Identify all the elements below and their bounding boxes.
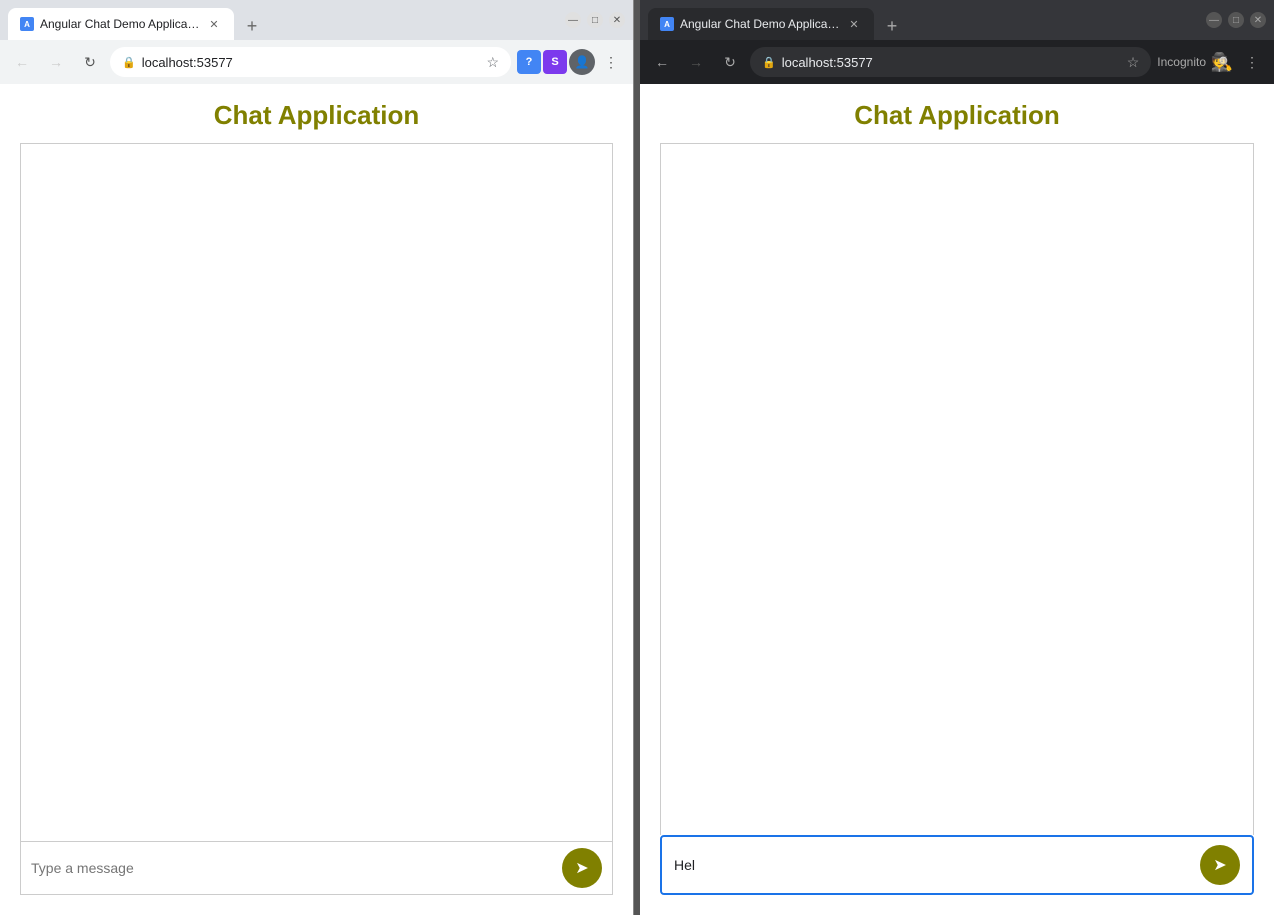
right-menu-icon[interactable]: ⋮: [1238, 48, 1266, 76]
incognito-label: Incognito: [1157, 55, 1206, 69]
left-back-button[interactable]: ←: [8, 48, 36, 76]
right-send-icon: ➤: [1213, 855, 1226, 875]
right-titlebar: A Angular Chat Demo Application ✕ + — □ …: [640, 0, 1274, 40]
left-input-row: ➤: [20, 841, 613, 895]
right-url-text: localhost:53577: [782, 55, 873, 70]
left-send-button[interactable]: ➤: [562, 848, 602, 888]
right-browser-window: A Angular Chat Demo Application ✕ + — □ …: [640, 0, 1274, 915]
left-close-button[interactable]: ✕: [609, 12, 625, 28]
right-lock-icon: 🔒: [762, 56, 776, 69]
left-ext1-icon[interactable]: ?: [517, 50, 541, 74]
left-minimize-button[interactable]: —: [565, 12, 581, 28]
right-message-input[interactable]: [674, 857, 1192, 873]
right-address-box[interactable]: 🔒 localhost:53577 ☆: [750, 47, 1151, 77]
right-input-row: ➤: [660, 835, 1254, 895]
left-lock-icon: 🔒: [122, 56, 136, 69]
left-url-text: localhost:53577: [142, 55, 233, 70]
right-tab-favicon: A: [660, 17, 674, 31]
left-ext2-icon[interactable]: S: [543, 50, 567, 74]
left-tab-favicon: A: [20, 17, 34, 31]
left-tab-close-icon[interactable]: ✕: [206, 16, 222, 32]
left-messages-area: [20, 143, 613, 841]
left-tab-label: Angular Chat Demo Application: [40, 17, 200, 31]
right-close-button[interactable]: ✕: [1250, 12, 1266, 28]
left-menu-icon[interactable]: ⋮: [597, 48, 625, 76]
left-send-icon: ➤: [575, 858, 588, 878]
right-maximize-button[interactable]: □: [1228, 12, 1244, 28]
right-forward-button[interactable]: →: [682, 48, 710, 76]
right-chat-title: Chat Application: [854, 100, 1060, 131]
right-messages-area: [660, 143, 1254, 835]
right-addressbar: ← → ↻ 🔒 localhost:53577 ☆ Incognito 🕵 ⋮: [640, 40, 1274, 84]
left-addressbar: ← → ↻ 🔒 localhost:53577 ☆ ? S 👤 ⋮: [0, 40, 633, 84]
left-browser-window: A Angular Chat Demo Application ✕ + — □ …: [0, 0, 634, 915]
right-incognito-icon: 🕵: [1208, 48, 1236, 76]
right-page-content: Chat Application ➤: [640, 84, 1274, 915]
left-tab-strip: A Angular Chat Demo Application ✕ +: [8, 0, 561, 40]
left-bookmark-icon[interactable]: ☆: [486, 54, 499, 71]
right-toolbar-icons: Incognito 🕵 ⋮: [1157, 48, 1266, 76]
left-forward-button[interactable]: →: [42, 48, 70, 76]
left-window-controls: — □ ✕: [565, 12, 625, 28]
left-address-box[interactable]: 🔒 localhost:53577 ☆: [110, 47, 511, 77]
left-profile-avatar[interactable]: 👤: [569, 49, 595, 75]
right-tab-strip: A Angular Chat Demo Application ✕ +: [648, 0, 1202, 40]
right-new-tab-button[interactable]: +: [878, 12, 906, 40]
right-send-button[interactable]: ➤: [1200, 845, 1240, 885]
right-back-button[interactable]: ←: [648, 48, 676, 76]
right-tab-close-icon[interactable]: ✕: [846, 16, 862, 32]
left-message-input[interactable]: [31, 860, 554, 876]
left-active-tab[interactable]: A Angular Chat Demo Application ✕: [8, 8, 234, 40]
right-tab-label: Angular Chat Demo Application: [680, 17, 840, 31]
left-maximize-button[interactable]: □: [587, 12, 603, 28]
left-chat-title: Chat Application: [214, 100, 420, 131]
right-reload-button[interactable]: ↻: [716, 48, 744, 76]
left-titlebar: A Angular Chat Demo Application ✕ + — □ …: [0, 0, 633, 40]
left-page-content: Chat Application ➤: [0, 84, 633, 915]
left-toolbar-icons: ? S 👤 ⋮: [517, 48, 625, 76]
right-minimize-button[interactable]: —: [1206, 12, 1222, 28]
right-window-controls: — □ ✕: [1206, 12, 1266, 28]
left-new-tab-button[interactable]: +: [238, 12, 266, 40]
right-bookmark-icon[interactable]: ☆: [1127, 54, 1140, 71]
left-reload-button[interactable]: ↻: [76, 48, 104, 76]
right-active-tab[interactable]: A Angular Chat Demo Application ✕: [648, 8, 874, 40]
